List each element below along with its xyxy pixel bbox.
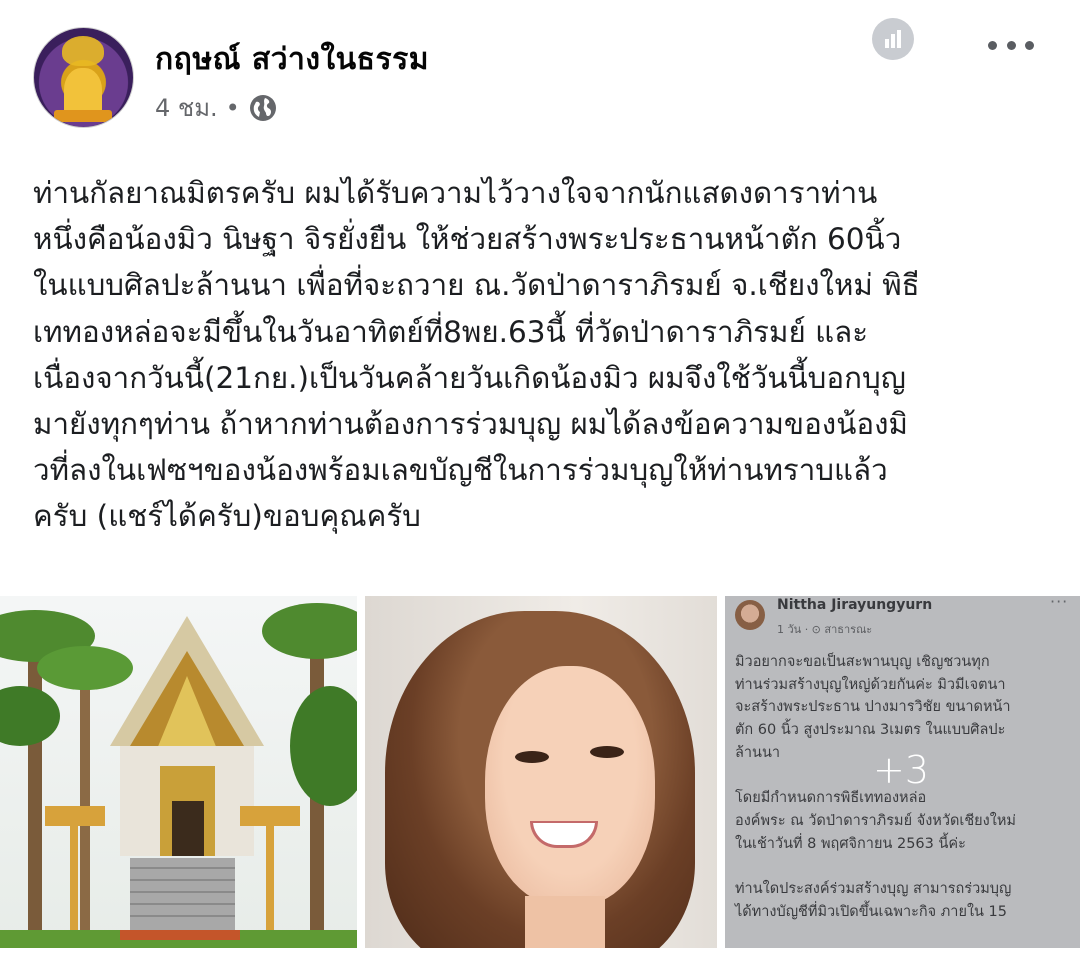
author-name[interactable]: กฤษณ์ สว่างในธรรม <box>155 36 429 83</box>
post-time[interactable]: 4 ชม. <box>155 88 218 127</box>
avatar-halo <box>62 36 104 66</box>
post-body-line: เททองหล่อจะมีขึ้นในวันอาทิตย์ที่8พย.63นี… <box>33 314 869 349</box>
photo-portrait[interactable] <box>365 596 717 948</box>
more-options-button[interactable] <box>988 30 1034 60</box>
insights-button[interactable] <box>872 18 914 60</box>
photo-temple[interactable] <box>0 596 357 948</box>
more-dot <box>988 40 997 50</box>
post-body-line: ท่านกัลยาณมิตรครับ ผมได้รับความไว้วางใจจ… <box>33 176 878 210</box>
post-body-line: ครับ (แชร์ได้ครับ)ขอบคุณครับ <box>33 499 421 534</box>
globe-icon[interactable] <box>248 93 278 123</box>
post-body: ท่านกัลยาณมิตรครับ ผมได้รับความไว้วางใจจ… <box>33 170 1053 540</box>
portrait-eye <box>515 751 549 763</box>
temple-illustration <box>0 603 357 948</box>
avatar-base <box>54 110 112 122</box>
more-dot <box>1025 40 1034 50</box>
post-body-line: มายังทุกๆท่าน ถ้าหากท่านต้องการร่วมบุญ ผ… <box>33 407 908 442</box>
portrait-face <box>485 666 655 906</box>
post-body-line: วที่ลงในเฟซฯของน้องพร้อมเลขบัญชีในการร่ว… <box>33 453 888 488</box>
post-body-line: หนึ่งคือน้องมิว นิษฐา จิรยั่งยืน ให้ช่วย… <box>33 222 902 257</box>
author-avatar[interactable] <box>33 27 134 128</box>
bar-chart-icon <box>885 30 901 48</box>
portrait-neck <box>525 896 605 948</box>
meta-separator: • <box>225 93 240 122</box>
post-body-line: เนื่องจากวันนี้(21กย.)เป็นวันคล้ายวันเกิ… <box>33 360 906 395</box>
post-body-line: ในแบบศิลปะล้านนา เพื่อที่จะถวาย ณ.วัดป่า… <box>33 268 920 303</box>
portrait-eye <box>590 746 624 758</box>
post-meta: 4 ชม. • <box>155 88 278 127</box>
photo-screenshot-post[interactable]: Nittha Jirayungyurn ··· 1 วัน · ⊙ สาธารณ… <box>725 596 1080 948</box>
more-photos-count[interactable]: +3 <box>873 748 929 792</box>
avatar-buddha-figure <box>64 68 102 116</box>
more-dot <box>1006 40 1016 50</box>
